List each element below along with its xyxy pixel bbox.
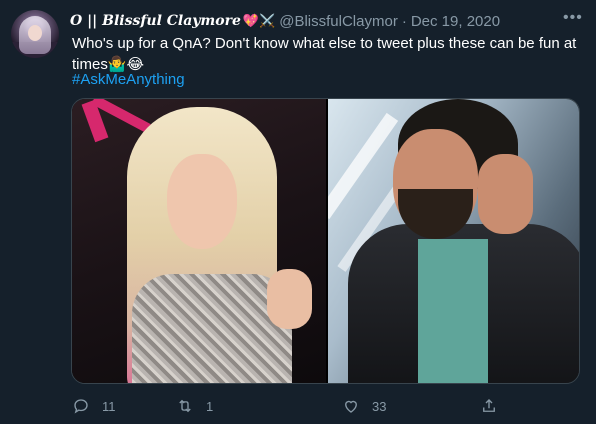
tweet[interactable]: O || Blissful Claymore 💖⚔️ @BlissfulClay… [0,0,596,424]
reply-button[interactable]: 11 [72,394,116,418]
display-name-emoji: 💖⚔️ [242,13,276,28]
share-button[interactable] [480,394,510,418]
hashtag-link[interactable]: #AskMeAnything [72,70,185,90]
display-name[interactable]: O || Blissful Claymore [70,13,241,29]
heart-icon [345,400,357,413]
retweet-button[interactable]: 1 [176,394,213,418]
share-icon [483,399,495,412]
media-image-left[interactable] [72,99,326,383]
avatar[interactable] [11,10,59,58]
more-options-icon[interactable]: ••• [563,9,585,29]
tweet-text: Who's up for a QnA? Don't know what else… [72,35,577,73]
tweet-header: O || Blissful Claymore 💖⚔️ @BlissfulClay… [70,10,596,32]
like-count: 33 [372,398,387,414]
tweet-date[interactable]: Dec 19, 2020 [411,13,500,30]
media-image-right[interactable] [328,99,579,383]
user-handle[interactable]: @BlissfulClaymor [279,13,398,30]
separator-dot: · [401,12,407,30]
retweet-icon [179,399,191,413]
tweet-media[interactable] [71,98,580,384]
like-button[interactable]: 33 [342,394,386,418]
retweet-count: 1 [206,398,214,414]
reply-icon [74,399,88,414]
tweet-actions: 11 1 33 [72,394,572,418]
reply-count: 11 [102,398,116,414]
